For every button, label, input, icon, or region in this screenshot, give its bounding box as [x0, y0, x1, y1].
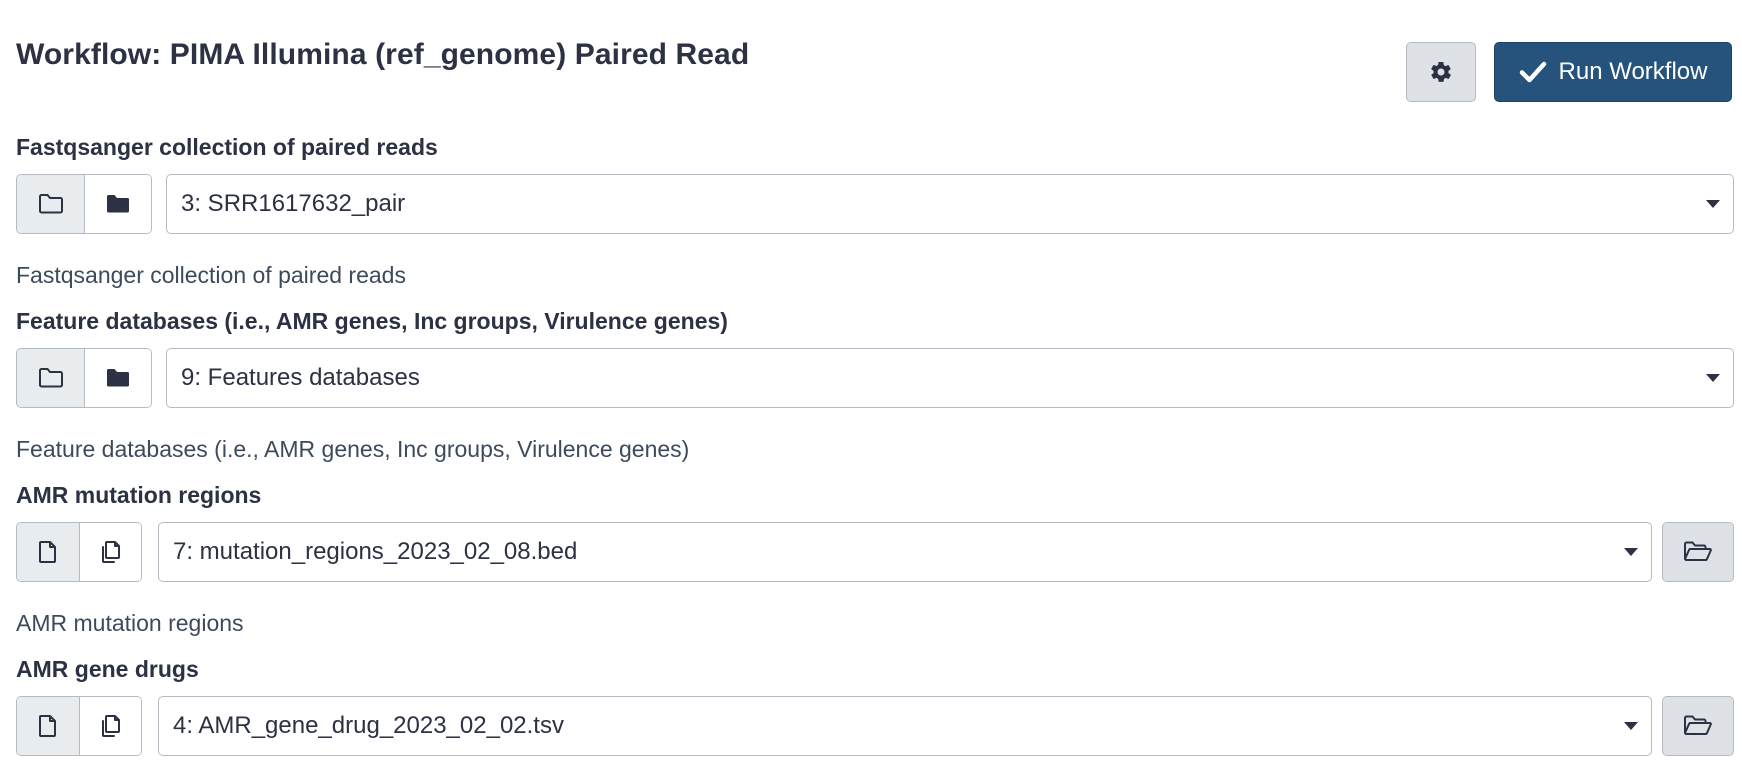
- folder-outline-icon: [38, 194, 63, 214]
- collection-button[interactable]: [84, 175, 151, 233]
- folder-solid-icon: [107, 369, 129, 387]
- input-mode-toggle: [16, 696, 142, 756]
- select-value: 9: Features databases: [181, 364, 420, 391]
- collection-button[interactable]: [84, 349, 151, 407]
- field-label: Fastqsanger collection of paired reads: [16, 134, 438, 160]
- select-value: 7: mutation_regions_2023_02_08.bed: [173, 538, 578, 565]
- field-help: Fastqsanger collection of paired reads: [16, 262, 406, 288]
- browse-datasets-button[interactable]: [1662, 696, 1734, 756]
- gear-icon: [1431, 61, 1451, 82]
- folder-open-icon: [1684, 541, 1712, 561]
- field-paired-reads: Fastqsanger collection of paired reads 3…: [16, 130, 1734, 290]
- paired-reads-select[interactable]: 3: SRR1617632_pair: [166, 174, 1734, 234]
- field-label: AMR gene drugs: [16, 656, 199, 682]
- input-mode-toggle: [16, 522, 142, 582]
- select-value: 3: SRR1617632_pair: [181, 190, 406, 217]
- field-label: Feature databases (i.e., AMR genes, Inc …: [16, 308, 728, 334]
- file-icon: [39, 715, 56, 737]
- field-label: AMR mutation regions: [16, 482, 262, 508]
- run-workflow-button[interactable]: Run Workflow: [1494, 42, 1732, 102]
- select-value: 4: AMR_gene_drug_2023_02_02.tsv: [173, 712, 564, 739]
- field-feature-databases: Feature databases (i.e., AMR genes, Inc …: [16, 304, 1734, 464]
- caret-down-icon: [1706, 374, 1720, 382]
- folder-outline-icon: [38, 368, 63, 388]
- workflow-run-form: Workflow: PIMA Illumina (ref_genome) Pai…: [0, 0, 1742, 778]
- field-help: AMR mutation regions: [16, 610, 244, 636]
- caret-down-icon: [1624, 722, 1638, 730]
- field-amr-gene-drugs: AMR gene drugs 4: AMR_gene_drug_2023_02_…: [16, 652, 1734, 756]
- multiple-datasets-button[interactable]: [79, 697, 141, 755]
- file-icon: [39, 541, 56, 563]
- amr-gene-drugs-select[interactable]: 4: AMR_gene_drug_2023_02_02.tsv: [158, 696, 1652, 756]
- check-icon: [1519, 61, 1546, 83]
- page-title: Workflow: PIMA Illumina (ref_genome) Pai…: [16, 38, 750, 71]
- field-amr-mutation-regions: AMR mutation regions 7: mutation_regions…: [16, 478, 1734, 638]
- amr-mutation-regions-select[interactable]: 7: mutation_regions_2023_02_08.bed: [158, 522, 1652, 582]
- input-mode-toggle: [16, 174, 152, 234]
- run-workflow-label: Run Workflow: [1558, 58, 1708, 85]
- field-help: Feature databases (i.e., AMR genes, Inc …: [16, 436, 690, 462]
- settings-button[interactable]: [1406, 42, 1476, 102]
- files-icon: [101, 541, 120, 563]
- folder-solid-icon: [107, 195, 129, 213]
- folder-open-icon: [1684, 715, 1712, 735]
- multiple-datasets-button[interactable]: [79, 523, 141, 581]
- caret-down-icon: [1706, 200, 1720, 208]
- single-dataset-button[interactable]: [17, 175, 84, 233]
- feature-databases-select[interactable]: 9: Features databases: [166, 348, 1734, 408]
- single-dataset-button[interactable]: [17, 523, 79, 581]
- single-dataset-button[interactable]: [17, 697, 79, 755]
- browse-datasets-button[interactable]: [1662, 522, 1734, 582]
- input-mode-toggle: [16, 348, 152, 408]
- single-dataset-button[interactable]: [17, 349, 84, 407]
- files-icon: [101, 715, 120, 737]
- caret-down-icon: [1624, 548, 1638, 556]
